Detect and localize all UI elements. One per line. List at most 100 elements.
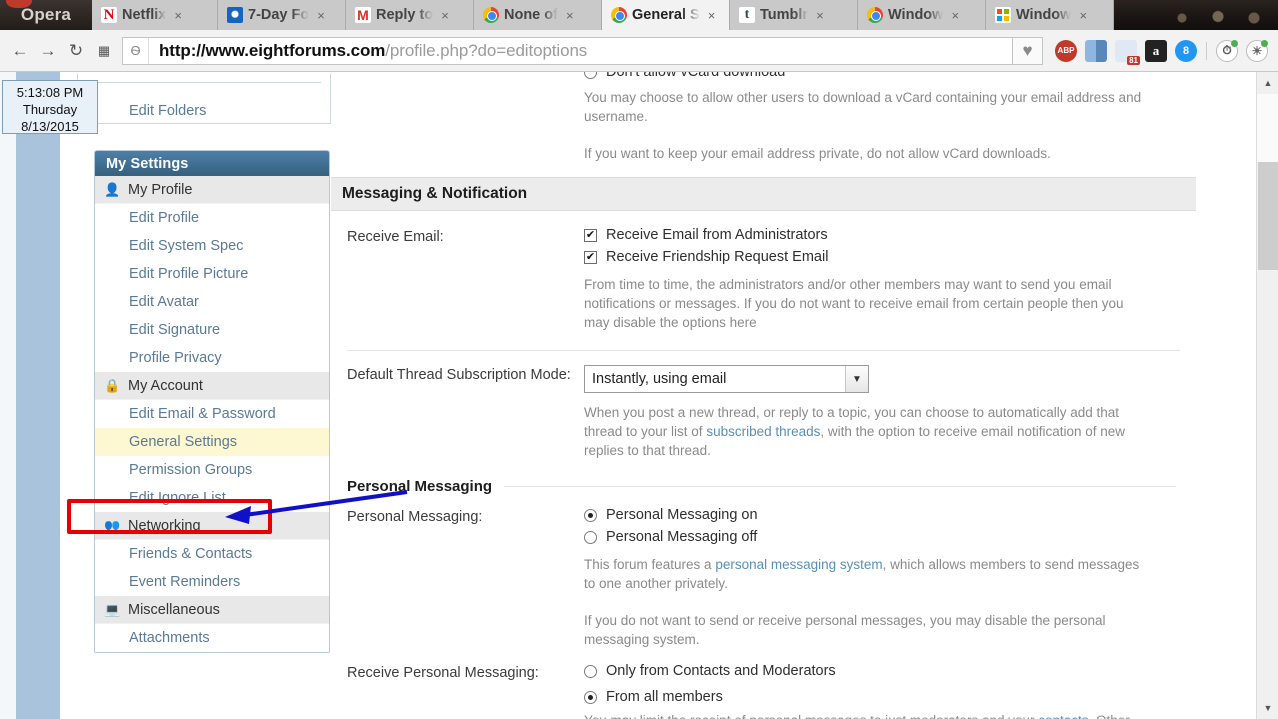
receive-pm-contacts-option[interactable]: Only from Contacts and Moderators bbox=[584, 663, 1176, 679]
sidebar-item-edit-avatar[interactable]: Edit Avatar bbox=[95, 288, 329, 316]
sidebar-item-general-settings[interactable]: General Settings bbox=[95, 428, 329, 456]
pm-help-part1: This forum features a bbox=[584, 557, 716, 572]
checkbox-icon[interactable]: ✔ bbox=[584, 250, 597, 264]
sidebar-item-permission-groups[interactable]: Permission Groups bbox=[95, 456, 329, 484]
receive-pm-help: You may limit the receipt of personal me… bbox=[584, 711, 1144, 719]
bookmark-heart-icon[interactable]: ♥ bbox=[1013, 36, 1043, 65]
sidebar-group-miscellaneous[interactable]: 💻 Miscellaneous bbox=[95, 596, 329, 624]
option-label: Only from Contacts and Moderators bbox=[606, 663, 836, 679]
page-info-icon[interactable]: Ѳ bbox=[123, 37, 149, 64]
pm-on-option[interactable]: Personal Messaging on bbox=[584, 507, 1176, 523]
lock-icon: 🔒 bbox=[104, 377, 121, 393]
weather-favicon bbox=[227, 7, 243, 23]
receive-pm-all-option[interactable]: From all members bbox=[584, 689, 1176, 705]
sidebar-group-label: My Account bbox=[128, 377, 203, 394]
vcard-field: Don't allow vCard download You may choos… bbox=[584, 72, 1196, 163]
vcard-option[interactable]: Don't allow vCard download bbox=[584, 72, 1176, 80]
forward-icon[interactable]: → bbox=[34, 37, 62, 65]
sidebar-item-friends-contacts[interactable]: Friends & Contacts bbox=[95, 540, 329, 568]
radio-icon[interactable] bbox=[584, 508, 597, 522]
sidebar-item-edit-profile[interactable]: Edit Profile bbox=[95, 204, 329, 232]
radio-icon[interactable] bbox=[584, 690, 597, 704]
sidebar-group-my-account[interactable]: 🔒 My Account bbox=[95, 372, 329, 400]
photo-downloader-badge: 81 bbox=[1127, 55, 1140, 65]
clock-date: 8/13/2015 bbox=[21, 119, 79, 134]
browser-tab-general-settings[interactable]: General S × bbox=[602, 0, 730, 30]
scrollbar-thumb[interactable] bbox=[1258, 162, 1278, 270]
sidebar-item-profile-privacy[interactable]: Profile Privacy bbox=[95, 344, 329, 372]
receive-friendship-email-option[interactable]: ✔ Receive Friendship Request Email bbox=[584, 249, 1176, 265]
google-icon[interactable]: 8 bbox=[1175, 39, 1197, 62]
sidebar-group-my-profile[interactable]: 👤 My Profile bbox=[95, 176, 329, 204]
scrollbar-track[interactable] bbox=[1257, 94, 1278, 162]
close-icon[interactable]: × bbox=[171, 7, 185, 24]
amazon-icon[interactable]: a bbox=[1145, 39, 1167, 62]
status-dot bbox=[1231, 39, 1238, 47]
pm-off-option[interactable]: Personal Messaging off bbox=[584, 529, 1176, 545]
adblock-plus-icon[interactable]: ABP bbox=[1055, 39, 1077, 62]
checkbox-icon[interactable]: ✔ bbox=[584, 228, 597, 242]
browser-chrome: Opera N Netflix × 7-Day Fo × M Reply to … bbox=[0, 0, 1278, 72]
scroll-down-icon[interactable]: ▼ bbox=[1257, 697, 1278, 719]
opera-taskbar-label[interactable]: Opera bbox=[0, 0, 92, 30]
pm-help-1: This forum features a personal messaging… bbox=[584, 555, 1144, 593]
subscribed-threads-link[interactable]: subscribed threads bbox=[706, 424, 820, 439]
browser-tab-window-1[interactable]: Window × bbox=[858, 0, 986, 30]
receive-email-row: Receive Email: ✔ Receive Email from Admi… bbox=[331, 211, 1196, 332]
sidebar-item-edit-ignore-list[interactable]: Edit Ignore List bbox=[95, 484, 329, 512]
clock-time: 5:13:08 PM bbox=[16, 85, 84, 100]
sidebar-item-attachments[interactable]: Attachments bbox=[95, 624, 329, 652]
chrome-favicon bbox=[867, 7, 883, 23]
receive-email-help: From time to time, the administrators an… bbox=[584, 277, 1124, 330]
radio-icon[interactable] bbox=[584, 72, 597, 79]
scroll-up-icon[interactable]: ▲ bbox=[1257, 72, 1278, 94]
close-icon[interactable]: × bbox=[705, 7, 719, 24]
browser-tab-netflix[interactable]: N Netflix × bbox=[92, 0, 218, 30]
globe-status-icon[interactable]: ☀ bbox=[1246, 39, 1268, 62]
browser-tab-tumblr[interactable]: t Tumblr × bbox=[730, 0, 858, 30]
sidebar-group-networking[interactable]: 👥 Networking bbox=[95, 512, 329, 540]
sidebar-item-edit-system-spec[interactable]: Edit System Spec bbox=[95, 232, 329, 260]
close-icon[interactable]: × bbox=[314, 7, 328, 24]
subscription-select-wrap[interactable]: Instantly, using email ▼ bbox=[584, 365, 869, 393]
sidebar-item-label: Edit Email & Password bbox=[129, 406, 276, 422]
download-status-icon[interactable]: ⏱ bbox=[1216, 39, 1238, 62]
apps-grid-icon[interactable]: ▦ bbox=[90, 37, 118, 65]
pocket-icon[interactable] bbox=[1085, 39, 1107, 62]
subscription-mode-select[interactable]: Instantly, using email bbox=[584, 365, 869, 393]
address-bar[interactable]: Ѳ http://www.eightforums.com/profile.php… bbox=[122, 36, 1013, 65]
sidebar-item-event-reminders[interactable]: Event Reminders bbox=[95, 568, 329, 596]
contacts-link[interactable]: contacts bbox=[1038, 713, 1088, 719]
sidebar-item-edit-profile-picture[interactable]: Edit Profile Picture bbox=[95, 260, 329, 288]
close-icon[interactable]: × bbox=[563, 7, 577, 24]
browser-tab-none-of[interactable]: None of × bbox=[474, 0, 602, 30]
back-icon[interactable]: ← bbox=[6, 37, 34, 65]
tab-title: None of bbox=[504, 7, 558, 23]
radio-icon[interactable] bbox=[584, 664, 597, 678]
sidebar-item-edit-email-password[interactable]: Edit Email & Password bbox=[95, 400, 329, 428]
photo-downloader-icon[interactable]: 81 bbox=[1115, 39, 1140, 65]
url-domain: eightforums.com bbox=[248, 40, 386, 60]
close-icon[interactable]: × bbox=[438, 7, 452, 24]
close-icon[interactable]: × bbox=[948, 7, 962, 24]
subscription-label: Default Thread Subscription Mode: bbox=[347, 367, 571, 383]
option-label: From all members bbox=[606, 689, 723, 705]
page-canvas: Edit Folders My Settings 👤 My Profile Ed… bbox=[60, 72, 1256, 719]
sidebar-item-edit-signature[interactable]: Edit Signature bbox=[95, 316, 329, 344]
personal-messaging-system-link[interactable]: personal messaging system bbox=[715, 557, 882, 572]
browser-tab-gmail[interactable]: M Reply to × bbox=[346, 0, 474, 30]
browser-tab-window-2[interactable]: Window × bbox=[986, 0, 1114, 30]
sidebar-group-label: Networking bbox=[128, 517, 201, 534]
close-icon[interactable]: × bbox=[813, 7, 827, 24]
receive-email-admins-option[interactable]: ✔ Receive Email from Administrators bbox=[584, 227, 1176, 243]
option-label: Receive Friendship Request Email bbox=[606, 249, 829, 265]
chrome-favicon bbox=[611, 7, 627, 23]
page-scrollbar[interactable]: ▲ ▼ bbox=[1256, 72, 1278, 719]
personal-messaging-label: Personal Messaging: bbox=[347, 509, 483, 525]
my-settings-panel: My Settings 👤 My Profile Edit Profile Ed… bbox=[94, 150, 330, 653]
browser-tab-weather[interactable]: 7-Day Fo × bbox=[218, 0, 346, 30]
reload-icon[interactable]: ↻ bbox=[62, 37, 90, 65]
radio-icon[interactable] bbox=[584, 530, 597, 544]
sidebar-item-edit-folders[interactable]: Edit Folders bbox=[129, 103, 206, 119]
close-icon[interactable]: × bbox=[1076, 7, 1090, 24]
